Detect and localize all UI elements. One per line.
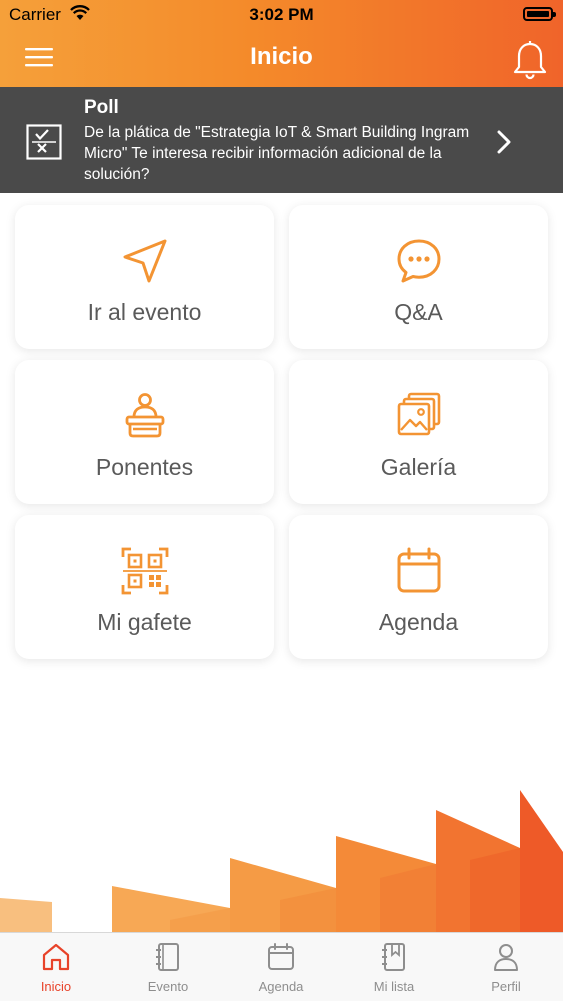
poll-title: Poll [84,97,119,118]
tile-label: Mi gafete [97,609,192,635]
tab-bar: Inicio Evento Agenda Mi lista Perfil [0,932,563,1001]
tile-ir-al-evento[interactable]: Ir al evento [15,205,274,349]
tile-ponentes[interactable]: Ponentes [15,360,274,504]
tab-inicio[interactable]: Inicio [0,933,112,1001]
tile-label: Ir al evento [87,299,202,325]
calendar-icon [225,941,337,978]
tile-qa[interactable]: Q&A [289,205,548,349]
chevron-right-icon[interactable] [494,129,514,160]
tab-label: Perfil [491,979,521,994]
qr-code-icon [15,545,274,602]
tile-galeria[interactable]: Galería [289,360,548,504]
tab-agenda[interactable]: Agenda [225,933,337,1001]
tab-label: Evento [147,979,189,994]
gallery-icon [289,390,548,447]
status-bar: Carrier 3:02 PM [0,0,563,30]
bookmark-notebook-icon [338,941,450,978]
tile-label: Q&A [394,299,443,325]
calendar-icon [289,545,548,602]
tab-perfil[interactable]: Perfil [450,933,562,1001]
bell-icon[interactable] [511,40,549,80]
battery-icon [523,7,556,21]
tile-label: Agenda [378,609,459,635]
home-icon [0,941,112,978]
chat-bubble-icon [289,235,548,292]
poll-checkbox-icon [26,124,62,165]
notebook-icon [112,941,224,978]
poll-question: De la plática de "Estrategia IoT & Smart… [84,124,470,183]
tab-label: Mi lista [373,979,415,994]
tile-mi-gafete[interactable]: Mi gafete [15,515,274,659]
speaker-podium-icon [15,390,274,447]
tab-evento[interactable]: Evento [112,933,224,1001]
tab-mi-lista[interactable]: Mi lista [338,933,450,1001]
hamburger-menu-icon[interactable] [24,45,54,69]
time-label: 3:02 PM [249,5,314,24]
tile-agenda[interactable]: Agenda [289,515,548,659]
tile-label: Ponentes [95,454,194,480]
tab-label: Inicio [40,979,72,994]
user-icon [450,941,562,978]
decorative-skyline [0,780,563,940]
tab-label: Agenda [258,979,304,994]
tile-label: Galería [380,454,457,480]
navigation-arrow-icon [15,235,274,292]
